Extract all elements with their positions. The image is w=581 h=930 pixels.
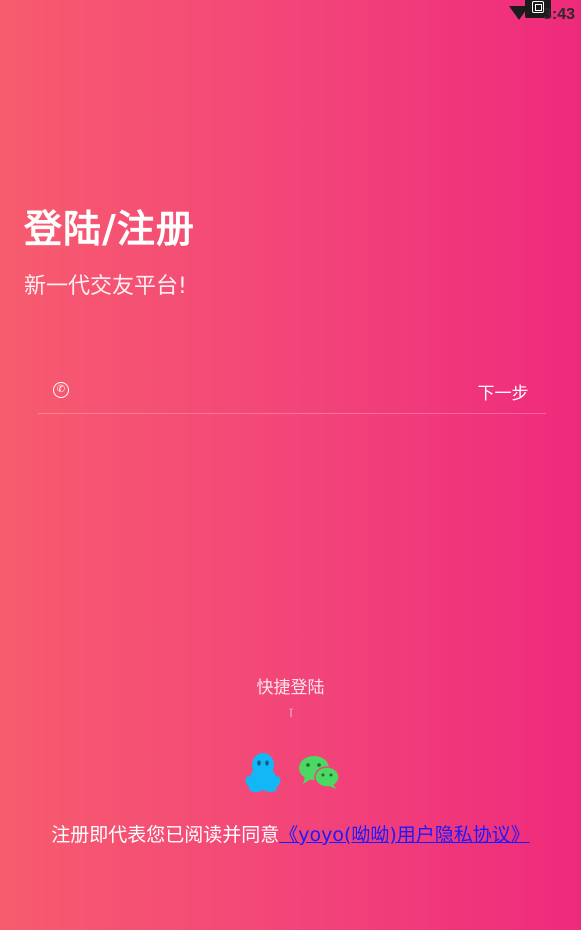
page-subtitle: 新一代交友平台!	[24, 274, 187, 299]
agreement-prefix: 注册即代表您已阅读并同意	[51, 824, 280, 846]
wechat-icon	[299, 756, 340, 789]
status-time: 3:43	[543, 6, 576, 23]
privacy-policy-link[interactable]: 《yoyo(呦呦)用户隐私协议》	[279, 824, 530, 846]
phone-input-row: ✆ 下一步	[38, 366, 546, 414]
quick-login-label: 快捷登陆	[256, 678, 325, 698]
qq-login-button[interactable]	[244, 752, 282, 792]
agreement-text: 注册即代表您已阅读并同意《yoyo(呦呦)用户隐私协议》	[0, 820, 581, 847]
phone-icon: ✆	[53, 382, 69, 398]
quick-login-mark: ǐ	[289, 707, 293, 720]
wechat-login-button[interactable]	[298, 754, 340, 790]
qq-icon	[245, 753, 281, 792]
page-title: 登陆/注册	[24, 207, 195, 251]
status-bar: 3:43	[0, 0, 581, 32]
next-button[interactable]: 下一步	[458, 378, 548, 404]
phone-input[interactable]	[82, 376, 442, 404]
